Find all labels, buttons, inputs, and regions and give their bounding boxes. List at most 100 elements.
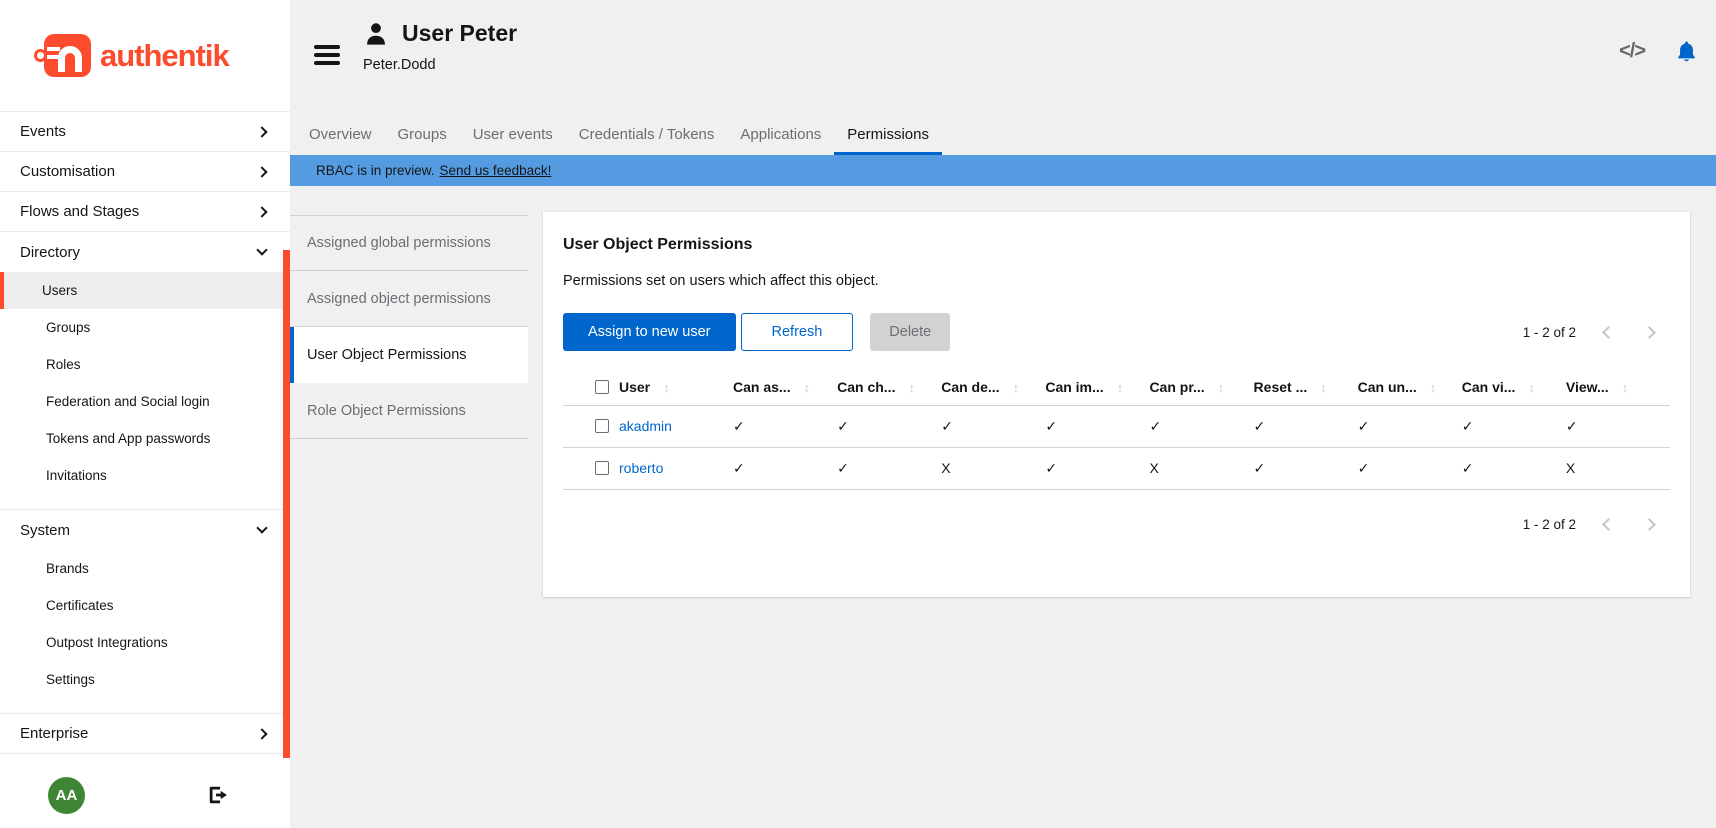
notifications-bell-icon[interactable] (1675, 40, 1698, 63)
tabbar: Overview Groups User events Credentials … (290, 113, 1716, 155)
column-header-can-ch[interactable]: Can ch...↕ (837, 369, 941, 405)
tab-label: Groups (398, 126, 447, 143)
sidebar-group-directory: Directory Users Groups Roles Federation … (0, 232, 290, 510)
permission-value: ✓ (941, 405, 1045, 447)
permission-value: ✓ (1462, 405, 1566, 447)
authentik-logo[interactable]: authentik (34, 34, 229, 77)
sort-icon[interactable]: ↕ (1320, 380, 1327, 395)
sidebar-item-groups[interactable]: Groups (0, 309, 290, 346)
sort-icon[interactable]: ↕ (663, 380, 670, 395)
permission-value: ✓ (1045, 405, 1149, 447)
pagination-next-icon[interactable] (1643, 518, 1656, 531)
page-title: User Peter (402, 20, 517, 47)
tab-user-events[interactable]: User events (460, 113, 566, 155)
permission-value: X (1149, 447, 1253, 489)
pagination-prev-icon[interactable] (1602, 518, 1615, 531)
column-header-can-un[interactable]: Can un...↕ (1358, 369, 1462, 405)
tab-groups[interactable]: Groups (385, 113, 460, 155)
user-link[interactable]: akadmin (619, 418, 672, 434)
sort-icon[interactable]: ↕ (1218, 380, 1225, 395)
feedback-link[interactable]: Send us feedback! (440, 163, 552, 178)
sidebar-item-flows-and-stages[interactable]: Flows and Stages (0, 192, 290, 232)
api-code-icon[interactable]: </> (1619, 40, 1645, 63)
select-row-checkbox[interactable] (595, 419, 609, 433)
sidebar-item-settings[interactable]: Settings (0, 661, 290, 698)
sidebar-item-label: Federation and Social login (46, 394, 210, 409)
sidebar-scrollbar[interactable] (283, 250, 290, 758)
tab-label: Overview (309, 126, 372, 143)
sort-icon[interactable]: ↕ (1013, 380, 1020, 395)
sidebar-item-label: Roles (46, 357, 81, 372)
subtab-assigned-object-permissions[interactable]: Assigned object permissions (290, 271, 528, 327)
column-header-user[interactable]: User↕ (619, 369, 733, 405)
pagination-label: 1 - 2 of 2 (1523, 325, 1576, 340)
sidebar-item-label: Brands (46, 561, 89, 576)
tab-overview[interactable]: Overview (296, 113, 385, 155)
permission-value: ✓ (1254, 447, 1358, 489)
header-icons: </> (1619, 40, 1698, 63)
sidebar-item-invitations[interactable]: Invitations (0, 457, 290, 494)
subtab-role-object-permissions[interactable]: Role Object Permissions (290, 383, 528, 439)
sidebar-item-label: Users (42, 283, 77, 298)
column-header-can-im[interactable]: Can im...↕ (1045, 369, 1149, 405)
chevron-down-icon (256, 522, 267, 533)
sort-icon[interactable]: ↕ (1528, 380, 1535, 395)
sidebar-footer: AA (0, 762, 290, 828)
table-row: akadmin ✓ ✓ ✓ ✓ ✓ ✓ ✓ ✓ ✓ (563, 405, 1670, 447)
sidebar-item-label: Customisation (20, 163, 115, 180)
sidebar-item-outpost-integrations[interactable]: Outpost Integrations (0, 624, 290, 661)
column-header-can-pr[interactable]: Can pr...↕ (1149, 369, 1253, 405)
assign-to-new-user-button[interactable]: Assign to new user (563, 313, 736, 351)
column-header-view[interactable]: View...↕ (1566, 369, 1670, 405)
sidebar-item-system[interactable]: System (0, 510, 290, 550)
subtab-assigned-global-permissions[interactable]: Assigned global permissions (290, 215, 528, 271)
column-header-can-de[interactable]: Can de...↕ (941, 369, 1045, 405)
permission-value: ✓ (733, 447, 837, 489)
avatar[interactable]: AA (48, 777, 85, 814)
column-header-can-vi[interactable]: Can vi...↕ (1462, 369, 1566, 405)
sidebar-item-certificates[interactable]: Certificates (0, 587, 290, 624)
user-heading: User Peter Peter.Dodd (363, 20, 517, 73)
sidebar-item-federation-social-login[interactable]: Federation and Social login (0, 383, 290, 420)
subtab-label: Assigned global permissions (307, 235, 491, 251)
select-all-checkbox[interactable] (595, 380, 609, 394)
sidebar-item-label: Certificates (46, 598, 114, 613)
sign-out-icon (207, 784, 229, 806)
sort-icon[interactable]: ↕ (1430, 380, 1437, 395)
permission-value: ✓ (1358, 405, 1462, 447)
sidebar-item-directory[interactable]: Directory (0, 232, 290, 272)
logo-key-head-icon (44, 34, 91, 77)
sidebar-item-label: Enterprise (20, 725, 88, 742)
subtab-label: User Object Permissions (307, 347, 467, 363)
refresh-button[interactable]: Refresh (741, 313, 854, 351)
sort-icon[interactable]: ↕ (804, 380, 811, 395)
hamburger-menu-icon[interactable] (314, 45, 340, 69)
sort-icon[interactable]: ↕ (908, 380, 915, 395)
subtab-user-object-permissions[interactable]: User Object Permissions (290, 327, 528, 383)
pagination-prev-icon[interactable] (1602, 326, 1615, 339)
pagination-next-icon[interactable] (1643, 326, 1656, 339)
sidebar-item-customisation[interactable]: Customisation (0, 152, 290, 192)
tab-applications[interactable]: Applications (727, 113, 834, 155)
delete-button[interactable]: Delete (870, 313, 950, 351)
card-description: Permissions set on users which affect th… (543, 254, 1690, 289)
tab-credentials-tokens[interactable]: Credentials / Tokens (566, 113, 728, 155)
sidebar-item-users[interactable]: Users (0, 272, 290, 309)
sidebar-item-enterprise[interactable]: Enterprise (0, 714, 290, 754)
sidebar-item-label: Outpost Integrations (46, 635, 168, 650)
sidebar-item-events[interactable]: Events (0, 112, 290, 152)
table-row: roberto ✓ ✓ X ✓ X ✓ ✓ ✓ X (563, 447, 1670, 489)
sort-icon[interactable]: ↕ (1622, 380, 1629, 395)
sidebar-item-tokens-app-passwords[interactable]: Tokens and App passwords (0, 420, 290, 457)
sidebar-item-brands[interactable]: Brands (0, 550, 290, 587)
column-header-reset[interactable]: Reset ...↕ (1254, 369, 1358, 405)
logout-button[interactable] (207, 784, 229, 806)
avatar-initials: AA (56, 787, 78, 804)
tab-permissions[interactable]: Permissions (834, 113, 942, 155)
column-header-can-as[interactable]: Can as...↕ (733, 369, 837, 405)
user-link[interactable]: roberto (619, 460, 663, 476)
sidebar-item-roles[interactable]: Roles (0, 346, 290, 383)
select-row-checkbox[interactable] (595, 461, 609, 475)
sort-icon[interactable]: ↕ (1117, 380, 1124, 395)
page-header: User Peter Peter.Dodd </> (290, 0, 1716, 113)
